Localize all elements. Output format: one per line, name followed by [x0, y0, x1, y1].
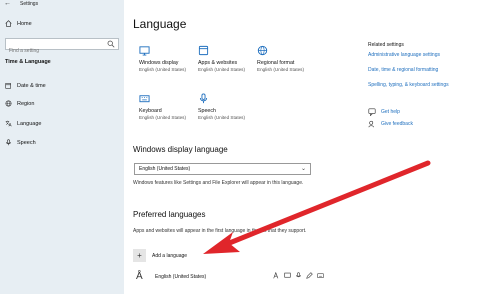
globe-icon	[257, 45, 268, 56]
sidebar-section-title: Time & Language	[5, 59, 51, 65]
tile-windows-display[interactable]: Windows display English (United States)	[139, 45, 195, 73]
add-language-label: Add a language	[152, 252, 188, 259]
tile-sub: English (United States)	[198, 115, 245, 120]
globe-icon	[5, 100, 12, 107]
main-content: Language Windows display English (United…	[124, 0, 496, 294]
tile-speech[interactable]: Speech English (United States)	[198, 93, 254, 121]
language-list-item[interactable]: Å English (United States)	[133, 269, 338, 285]
get-help-link[interactable]: Get help	[368, 108, 400, 116]
tile-apps-websites[interactable]: Apps & websites English (United States)	[198, 45, 254, 73]
page-title: Language	[133, 17, 187, 31]
display-language-dropdown[interactable]: English (United States) ⌄	[134, 163, 311, 175]
link-spelling-typing-keyboard[interactable]: Spelling, typing, & keyboard settings	[368, 82, 449, 88]
tile-keyboard[interactable]: Keyboard English (United States)	[139, 93, 195, 121]
sidebar-item-region[interactable]: Region	[5, 100, 34, 107]
sidebar-item-label: Language	[17, 120, 42, 127]
keyboard-icon	[317, 273, 324, 278]
give-feedback-link[interactable]: Give feedback	[368, 120, 413, 128]
tile-sub: English (United States)	[257, 67, 304, 72]
sidebar-item-speech[interactable]: Speech	[5, 139, 36, 146]
dropdown-value: English (United States)	[139, 166, 191, 172]
language-name: English (United States)	[155, 274, 207, 280]
tile-name: Windows display	[139, 60, 179, 66]
link-administrative-language[interactable]: Administrative language settings	[368, 52, 440, 58]
add-language-button[interactable]: + Add a language	[133, 247, 253, 264]
give-feedback-label: Give feedback	[381, 121, 413, 127]
microphone-icon	[199, 93, 208, 104]
language-glyph-icon: Å	[136, 271, 143, 282]
chevron-down-icon: ⌄	[300, 166, 306, 172]
search-input[interactable]	[6, 46, 102, 56]
tile-name: Keyboard	[139, 108, 162, 114]
sidebar-item-label: Home	[17, 20, 32, 27]
speech-recognition-icon	[296, 272, 301, 278]
tile-name: Speech	[198, 108, 216, 114]
search-box[interactable]	[5, 38, 119, 56]
handwriting-icon	[306, 272, 313, 279]
sidebar-item-language[interactable]: Language	[5, 120, 41, 127]
get-help-label: Get help	[381, 109, 400, 115]
settings-window: Home Time & Language Date & time Region …	[0, 0, 496, 294]
sidebar-item-home[interactable]: Home	[5, 20, 32, 27]
tile-sub: English (United States)	[139, 115, 186, 120]
search-icon[interactable]	[107, 40, 115, 48]
tile-regional-format[interactable]: Regional format English (United States)	[257, 45, 313, 73]
feedback-icon	[368, 120, 374, 128]
keyboard-icon	[139, 95, 150, 103]
link-date-time-regional[interactable]: Date, time & regional formatting	[368, 67, 438, 73]
window-icon	[198, 45, 209, 56]
display-language-description: Windows features like Settings and File …	[133, 180, 304, 186]
sidebar-item-label: Region	[17, 100, 35, 107]
monitor-icon	[139, 46, 150, 56]
preferred-languages-description: Apps and websites will appear in the fir…	[133, 228, 307, 234]
microphone-icon	[6, 139, 11, 146]
display-language-heading: Windows display language	[133, 145, 228, 154]
sidebar: Home Time & Language Date & time Region …	[0, 0, 124, 294]
preferred-languages-heading: Preferred languages	[133, 210, 206, 219]
tile-name: Regional format	[257, 60, 295, 66]
calendar-clock-icon	[5, 83, 11, 89]
language-features	[273, 272, 324, 279]
text-to-speech-icon	[273, 272, 279, 279]
help-icon	[368, 108, 376, 116]
back-arrow-icon[interactable]: ←	[4, 0, 11, 8]
app-title: Settings	[20, 1, 39, 7]
home-icon	[5, 20, 12, 27]
related-settings-heading: Related settings	[368, 42, 404, 48]
sidebar-item-label: Date & time	[17, 82, 46, 89]
tile-sub: English (United States)	[198, 67, 245, 72]
plus-icon: +	[133, 249, 146, 262]
tile-sub: English (United States)	[139, 67, 186, 72]
sidebar-item-label: Speech	[17, 139, 36, 146]
sidebar-item-date-time[interactable]: Date & time	[5, 82, 46, 89]
display-language-icon	[284, 272, 291, 278]
tile-name: Apps & websites	[198, 60, 238, 66]
language-icon	[5, 120, 12, 127]
